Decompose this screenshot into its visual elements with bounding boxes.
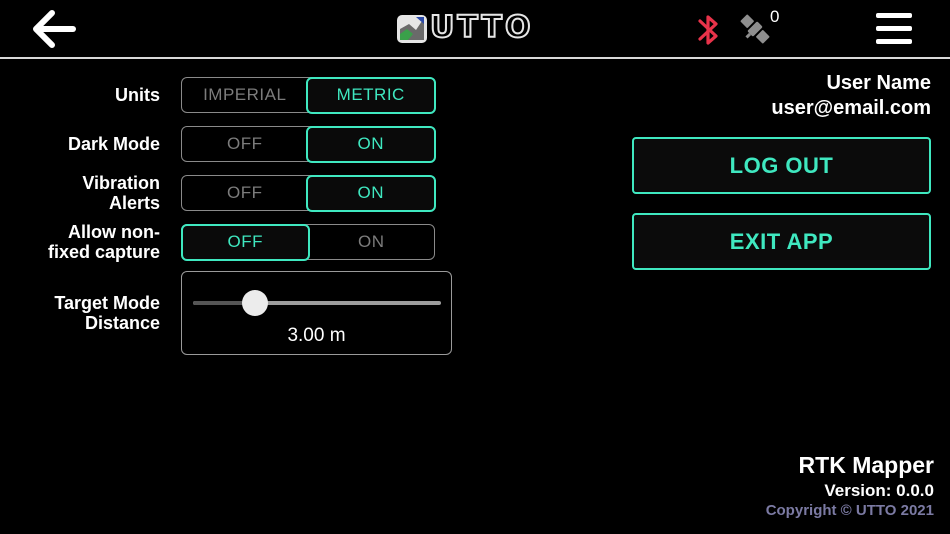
menu-button[interactable] [876,13,912,45]
top-bar: UTTO 0 [0,0,950,59]
target-distance-slider-track[interactable] [193,301,441,305]
app-name: RTK Mapper [798,452,934,478]
exit-app-button[interactable]: EXIT APP [632,213,931,270]
non-fixed-capture-toggle: OFF ON [180,223,435,261]
log-out-button[interactable]: LOG OUT [632,137,931,194]
target-distance-slider-thumb[interactable] [242,290,268,316]
non-fixed-capture-option-on[interactable]: ON [309,225,435,259]
vibration-alerts-option-off[interactable]: OFF [182,176,308,210]
target-mode-distance-label-line2: Distance [84,313,160,333]
satellite-count: 0 [770,7,780,26]
vibration-alerts-option-on[interactable]: ON [306,174,436,212]
settings-screen: UTTO 0 Units IMPERIAL METRIC Dark Mode O… [0,0,950,534]
back-button[interactable] [30,8,80,50]
target-distance-slider-box: 3.00 m [181,271,452,355]
logo-text: UTTO [429,9,534,46]
non-fixed-capture-label: Allow non- fixed capture [48,222,160,262]
vibration-alerts-label-line2: Alerts [108,193,160,213]
satellite-icon[interactable] [736,10,774,48]
dark-mode-option-on[interactable]: ON [306,125,436,163]
vibration-alerts-toggle: OFF ON [181,174,436,212]
units-toggle: IMPERIAL METRIC [181,76,436,114]
dark-mode-toggle: OFF ON [181,125,436,163]
vibration-alerts-label-line1: Vibration [82,173,160,193]
utto-logo: UTTO [396,9,556,46]
dark-mode-option-off[interactable]: OFF [182,127,308,161]
non-fixed-capture-label-line1: Allow non- [68,222,160,242]
units-option-imperial[interactable]: IMPERIAL [182,78,308,112]
target-mode-distance-label: Target Mode Distance [54,293,160,333]
user-name: User Name [826,72,931,94]
vibration-alerts-label: Vibration Alerts [82,173,160,213]
app-version: Version: 0.0.0 [824,481,934,500]
units-label: Units [115,85,160,105]
units-option-metric[interactable]: METRIC [306,76,436,114]
app-copyright: Copyright © UTTO 2021 [765,502,934,519]
bluetooth-icon[interactable] [694,10,724,50]
non-fixed-capture-label-line2: fixed capture [47,242,160,262]
target-distance-value: 3.00 m [287,325,346,346]
dark-mode-label: Dark Mode [67,134,160,154]
logo-mark-icon [397,15,427,43]
back-arrow-icon [33,10,76,48]
target-mode-distance-label-line1: Target Mode [54,293,160,313]
non-fixed-capture-option-off[interactable]: OFF [180,223,310,261]
user-email: user@email.com [771,97,931,119]
hamburger-menu-icon [876,13,912,44]
